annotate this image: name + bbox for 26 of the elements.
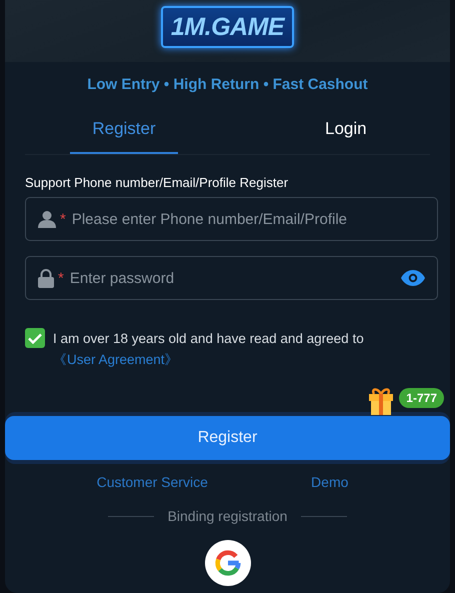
required-mark: *	[60, 210, 66, 228]
user-agreement-link[interactable]: 《User Agreement》	[53, 352, 179, 367]
link[interactable]: Demo	[311, 474, 348, 490]
divider-label: Binding registration	[168, 508, 288, 524]
user-icon	[38, 210, 56, 228]
eye-icon[interactable]	[401, 270, 425, 286]
password-field[interactable]: * Enter password	[25, 256, 438, 300]
google-icon	[212, 548, 242, 578]
lock-icon	[38, 268, 54, 288]
account-input[interactable]: Please enter Phone number/Email/Profile	[70, 210, 425, 228]
checkbox[interactable]	[25, 328, 45, 348]
register-button[interactable]: Register	[5, 416, 450, 460]
logo: 1M.GAME	[160, 6, 294, 48]
gift-icon	[366, 386, 396, 416]
link[interactable]: Customer Service	[96, 474, 208, 490]
tagline: Low Entry • High Return • Fast Cashout	[86, 76, 369, 93]
form-title: Support Phone number/Email/Profile Register	[25, 175, 290, 190]
tab[interactable]: Register	[70, 119, 178, 154]
password-input[interactable]: Enter password	[68, 268, 397, 288]
google-button[interactable]	[204, 540, 250, 586]
agreement-text: I am over 18 years old and have read and agreed to 《User Agreement》	[53, 330, 365, 369]
account-field[interactable]: * Please enter Phone number/Email/Profile	[25, 197, 438, 241]
required-mark: *	[58, 270, 64, 286]
tab[interactable]: Login	[233, 119, 430, 154]
bonus-badge: 1-777	[399, 388, 444, 408]
check-icon	[28, 332, 42, 344]
